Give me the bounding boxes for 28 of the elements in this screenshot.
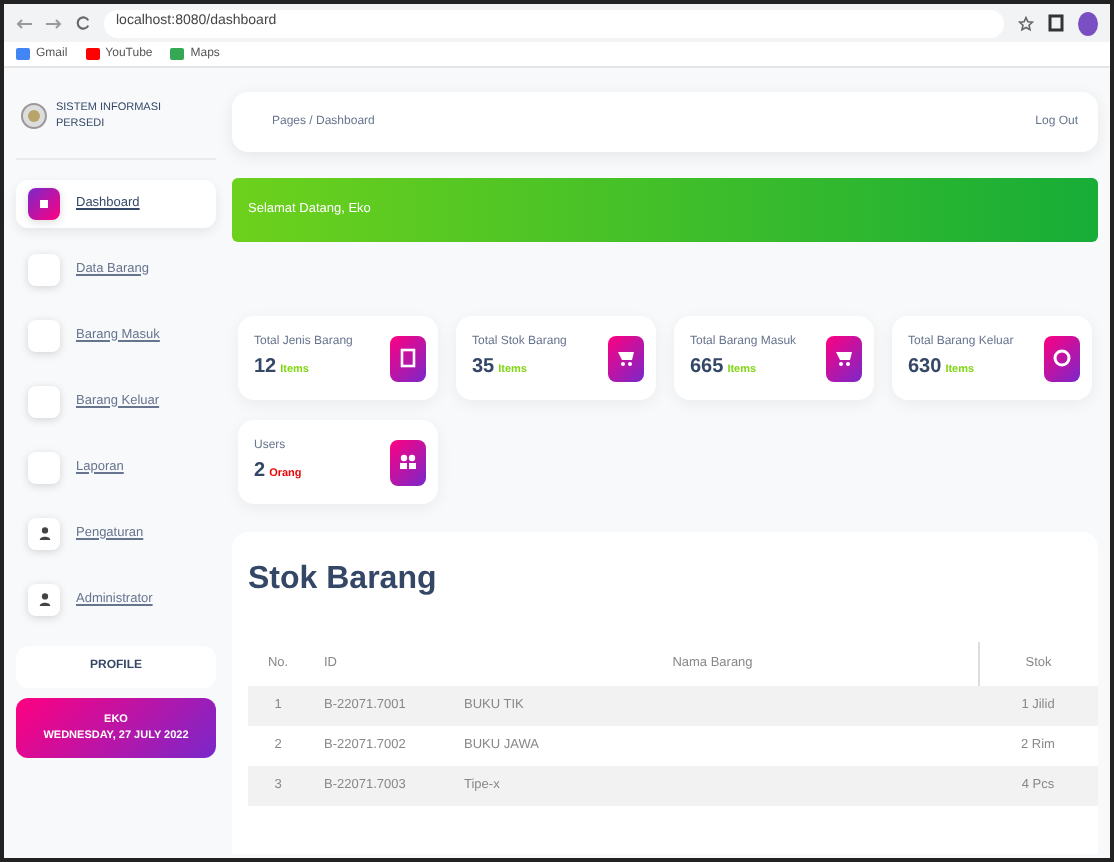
bookmark-icon (85, 48, 100, 60)
nav-icon (28, 187, 60, 219)
users-icon (390, 439, 426, 485)
stat-value: 665 (690, 356, 724, 378)
back-icon[interactable] (16, 17, 32, 29)
sidebar-icon[interactable] (1048, 14, 1064, 32)
stat-value: 35 (472, 356, 495, 378)
document-icon (390, 335, 426, 381)
nav-icon (28, 385, 60, 417)
table-title: Stok Barang (248, 560, 439, 599)
stat-value: 2 (254, 460, 266, 482)
bookmark-icon (170, 48, 185, 60)
cart-icon (608, 335, 644, 381)
user-icon (28, 583, 60, 615)
star-icon[interactable] (1018, 15, 1034, 31)
forward-icon[interactable] (46, 17, 62, 29)
stat-value: 12 (254, 356, 277, 378)
nav-icon (28, 319, 60, 351)
reload-icon[interactable] (76, 16, 90, 30)
bookmark-icon (16, 48, 30, 60)
logo-icon (20, 102, 48, 131)
user-icon (28, 517, 60, 549)
profile-avatar-icon[interactable] (1078, 11, 1098, 35)
nav-icon (28, 451, 60, 483)
stat-value: 630 (908, 356, 942, 378)
coin-icon (1044, 335, 1080, 381)
cart-icon (826, 335, 862, 381)
nav-icon (28, 253, 60, 285)
